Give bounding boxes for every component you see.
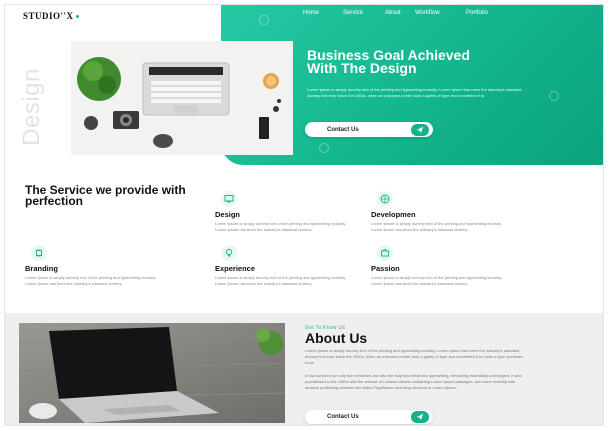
bulb-icon (221, 245, 237, 261)
hero-contact-label: Contact Us (327, 126, 359, 133)
briefcase-icon (377, 245, 393, 261)
hero-title: Business Goal Achieved With The Design (307, 47, 470, 76)
decor-circle (319, 143, 329, 153)
service-passion: Passion Lorem Ipsum is simply dummy text… (371, 245, 511, 287)
design-watermark: Design (17, 65, 47, 146)
service-description: Lorem Ipsum is simply dummy text of the … (215, 221, 347, 232)
logo-dot-icon (75, 15, 79, 19)
send-icon (411, 123, 429, 136)
about-contact-button[interactable]: Contact Us (305, 410, 433, 424)
service-name: Developmen (371, 210, 416, 219)
decor-circle (549, 91, 559, 101)
nav-item-home[interactable]: Home (303, 10, 343, 16)
brand-logo-text: STUDIO''X (23, 11, 74, 21)
send-icon (411, 411, 429, 423)
service-name: Passion (371, 264, 400, 273)
hero-contact-button[interactable]: Contact Us (305, 122, 433, 137)
service-description: Lorem Ipsum is simply dummy text of the … (371, 221, 503, 232)
service-description: Lorem Ipsum is simply dummy text of the … (215, 275, 347, 286)
service-description: Lorem Ipsum is simply dummy text of the … (371, 275, 503, 286)
about-title: About Us (305, 330, 368, 346)
service-branding: Branding Lorem Ipsum is simply dummy tex… (25, 245, 165, 287)
globe-icon (377, 191, 393, 207)
about-image (19, 323, 285, 423)
about-paragraph-2: It has survived not only five centuries,… (305, 373, 522, 390)
nav-item-about[interactable]: About (385, 10, 415, 16)
service-name: Design (215, 210, 241, 219)
page-frame: STUDIO''X Home Service About Workflow Po… (4, 4, 604, 426)
chip-icon (31, 245, 47, 261)
nav-item-portfolio[interactable]: Portfolio (466, 10, 507, 16)
decor-circle (259, 15, 269, 25)
service-name: Experience (215, 264, 256, 273)
nav-item-service[interactable]: Service (343, 10, 385, 16)
design-watermark-text: Design (17, 68, 45, 146)
brand-logo[interactable]: STUDIO''X (23, 11, 79, 21)
about-paragraph-1: Lorem Ipsum is simply dummy text of the … (305, 348, 524, 365)
about-contact-label: Contact Us (327, 414, 359, 420)
nav-item-workflow[interactable]: Workflow (415, 10, 466, 16)
main-nav: Home Service About Workflow Portfolio (303, 10, 507, 16)
monitor-icon (221, 191, 237, 207)
desk-laptop-illustration (71, 41, 293, 155)
service-description: Lorem Ipsum is simply dummy text of the … (25, 275, 157, 286)
laptop-on-table-illustration (19, 323, 285, 423)
service-design: Design Lorem Ipsum is simply dummy text … (215, 191, 355, 233)
services-title: The Service we provide with perfection (25, 183, 186, 208)
service-name: Branding (25, 264, 58, 273)
service-experience: Experience Lorem Ipsum is simply dummy t… (215, 245, 355, 287)
hero-description: Lorem Ipsum is simply dummy text of the … (307, 87, 522, 98)
service-development: Developmen Lorem Ipsum is simply dummy t… (371, 191, 511, 233)
hero-image (71, 41, 293, 155)
